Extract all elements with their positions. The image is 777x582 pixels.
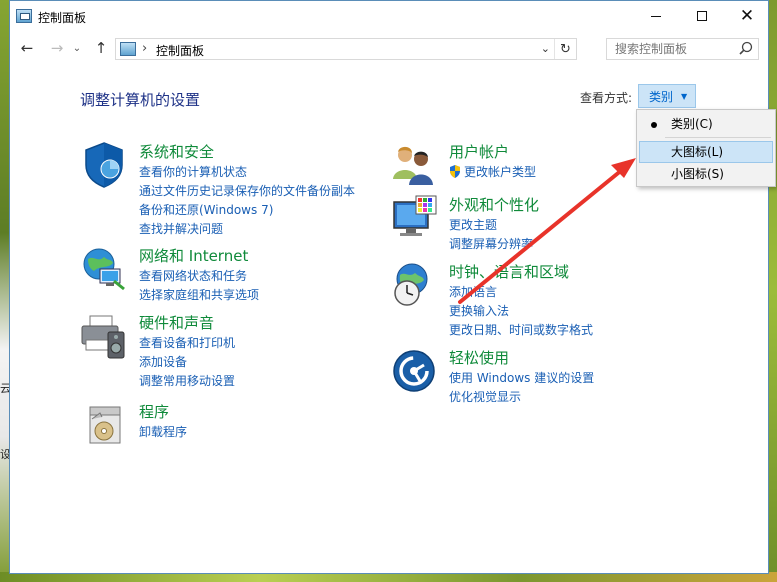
control-panel-icon	[16, 9, 32, 23]
link-devices-printers[interactable]: 查看设备和打印机	[139, 334, 235, 353]
printer-speaker-icon[interactable]	[80, 312, 128, 360]
breadcrumb-control-panel[interactable]: 控制面板	[156, 42, 204, 59]
category-clock-language-region: 时钟、语言和区域 添加语言 更换输入法 更改日期、时间或数字格式	[390, 261, 690, 341]
breadcrumb-separator-icon[interactable]: ›	[142, 41, 147, 56]
category-ease-of-access: 轻松使用 使用 Windows 建议的设置 优化视觉显示	[390, 347, 690, 407]
page-title: 调整计算机的设置	[80, 91, 201, 109]
watermark-main: Baidu经验	[588, 508, 752, 543]
link-optimize-display[interactable]: 优化视觉显示	[449, 388, 594, 407]
maximize-button[interactable]	[679, 1, 725, 31]
category-appearance: 外观和个性化 更改主题 调整屏幕分辨率	[390, 194, 690, 254]
up-button[interactable]: ↑	[90, 37, 112, 59]
window-title: 控制面板	[38, 11, 87, 25]
view-by-dropdown[interactable]: 类别 ▼	[638, 84, 696, 108]
desktop-right-edge	[769, 0, 777, 582]
uac-shield-icon	[450, 165, 460, 178]
link-view-computer-status[interactable]: 查看你的计算机状态	[139, 163, 355, 182]
link-label: 更改帐户类型	[464, 165, 537, 179]
chevron-down-icon: ⌄	[72, 42, 82, 54]
link-change-theme[interactable]: 更改主题	[449, 216, 533, 235]
control-panel-icon	[120, 42, 136, 56]
category-title[interactable]: 轻松使用	[449, 347, 509, 368]
shield-icon[interactable]	[80, 141, 128, 189]
category-programs: 程序 卸载程序	[80, 401, 380, 451]
title-bar[interactable]: 控制面板 ✕	[10, 1, 768, 32]
clock-globe-icon[interactable]	[390, 261, 438, 309]
search-icon[interactable]	[738, 40, 754, 58]
menu-item-category[interactable]: 类别(C)	[639, 113, 773, 135]
forward-button[interactable]: →	[46, 37, 68, 59]
category-system-security: 系统和安全 查看你的计算机状态 通过文件历史记录保存你的文件备份副本 备份和还原…	[80, 141, 380, 241]
address-bar[interactable]: › 控制面板 ⌄ ↻	[115, 38, 577, 60]
address-dropdown-button[interactable]: ⌄	[541, 42, 550, 55]
category-title[interactable]: 时钟、语言和区域	[449, 261, 569, 282]
link-screen-resolution[interactable]: 调整屏幕分辨率	[449, 235, 533, 254]
link-change-input-method[interactable]: 更换输入法	[449, 302, 593, 321]
maximize-icon	[697, 11, 707, 21]
category-title[interactable]: 程序	[139, 401, 169, 422]
view-by-menu: 类别(C) 大图标(L) 小图标(S)	[636, 109, 776, 187]
arrow-left-icon: ←	[20, 39, 34, 57]
minimize-button[interactable]	[633, 1, 679, 31]
search-box[interactable]	[606, 38, 759, 60]
navigation-bar: ← → ⌄ ↑ › 控制面板 ⌄ ↻	[10, 32, 768, 64]
category-title[interactable]: 系统和安全	[139, 141, 214, 162]
link-homegroup[interactable]: 选择家庭组和共享选项	[139, 286, 259, 305]
arrow-right-icon: →	[50, 39, 64, 57]
network-globe-icon[interactable]	[80, 245, 128, 293]
category-title[interactable]: 用户帐户	[449, 141, 509, 162]
link-change-account-type[interactable]: 更改帐户类型	[449, 163, 536, 182]
close-icon: ✕	[739, 6, 755, 26]
selected-bullet-icon	[651, 122, 657, 128]
programs-disc-icon[interactable]	[80, 401, 128, 449]
link-network-status[interactable]: 查看网络状态和任务	[139, 267, 259, 286]
menu-separator	[665, 137, 771, 138]
back-button[interactable]: ←	[16, 37, 38, 59]
link-mobility-settings[interactable]: 调整常用移动设置	[139, 372, 235, 391]
menu-item-small-icons[interactable]: 小图标(S)	[639, 163, 773, 185]
category-title[interactable]: 网络和 Internet	[139, 245, 248, 266]
link-file-history[interactable]: 通过文件历史记录保存你的文件备份副本	[139, 182, 355, 201]
menu-item-large-icons[interactable]: 大图标(L)	[639, 141, 773, 163]
menu-item-label: 类别(C)	[671, 117, 713, 131]
category-network: 网络和 Internet 查看网络状态和任务 选择家庭组和共享选项	[80, 245, 380, 305]
arrow-up-icon: ↑	[94, 39, 108, 57]
view-by-value: 类别	[649, 89, 674, 104]
link-date-time-format[interactable]: 更改日期、时间或数字格式	[449, 321, 593, 340]
chevron-down-icon: ⌄	[540, 42, 550, 55]
control-panel-window: 控制面板 ✕ ← → ⌄ ↑ › 控制面板 ⌄ ↻ 调整计算机的设置 查看方式:…	[9, 0, 769, 574]
link-add-device[interactable]: 添加设备	[139, 353, 235, 372]
link-backup-restore[interactable]: 备份和还原(Windows 7)	[139, 201, 355, 220]
search-input[interactable]	[607, 39, 733, 59]
baidu-watermark: Baidu经验 jingyan.baidu.com	[588, 500, 751, 555]
monitor-palette-icon[interactable]	[390, 194, 438, 242]
ease-of-access-icon[interactable]	[390, 347, 438, 395]
caret-down-icon: ▼	[681, 91, 688, 101]
minimize-icon	[651, 15, 661, 17]
view-by-label: 查看方式:	[580, 91, 633, 105]
link-uninstall-program[interactable]: 卸载程序	[139, 423, 187, 442]
category-title[interactable]: 硬件和声音	[139, 312, 214, 333]
menu-item-label: 大图标(L)	[671, 145, 724, 159]
category-hardware-sound: 硬件和声音 查看设备和打印机 添加设备 调整常用移动设置	[80, 312, 380, 392]
refresh-button[interactable]: ↻	[554, 39, 576, 59]
link-troubleshoot[interactable]: 查找并解决问题	[139, 220, 355, 239]
menu-item-label: 小图标(S)	[671, 167, 724, 181]
recent-locations-button[interactable]: ⌄	[70, 37, 84, 59]
refresh-icon: ↻	[560, 41, 571, 57]
users-icon[interactable]	[390, 141, 438, 189]
link-recommended-settings[interactable]: 使用 Windows 建议的设置	[449, 369, 594, 388]
link-add-language[interactable]: 添加语言	[449, 283, 593, 302]
close-button[interactable]: ✕	[724, 1, 770, 31]
category-title[interactable]: 外观和个性化	[449, 194, 539, 215]
